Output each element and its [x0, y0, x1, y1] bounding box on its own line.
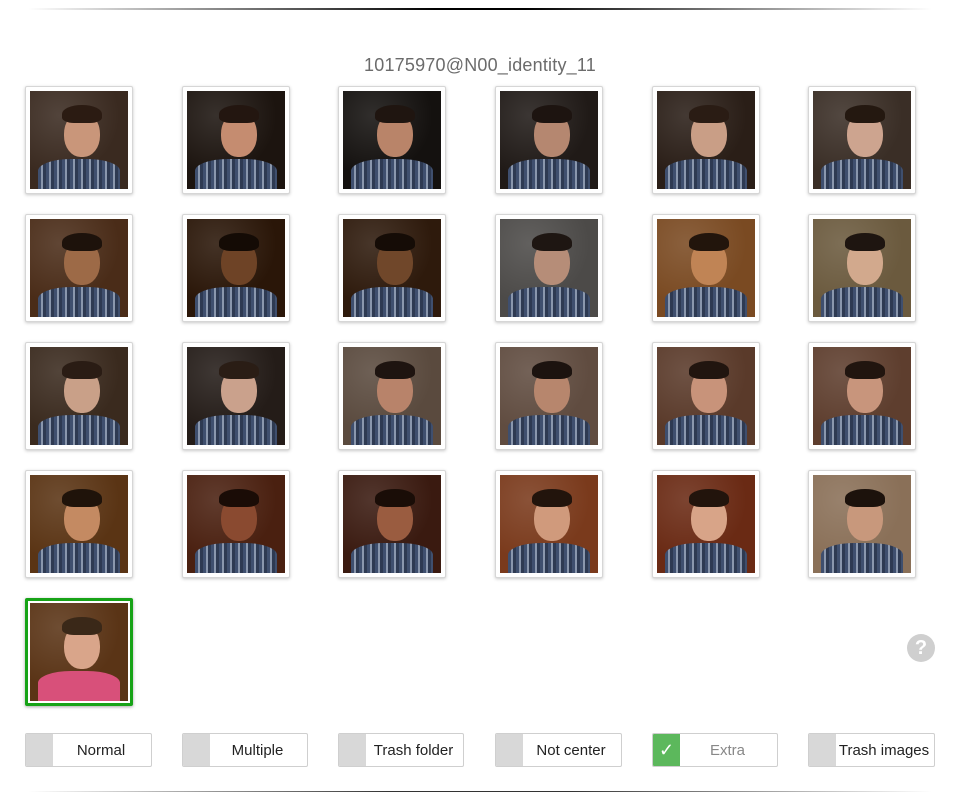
face-thumbnail[interactable]	[808, 86, 916, 194]
category-button-trash-folder[interactable]: Trash folder	[338, 733, 464, 767]
category-button-multiple[interactable]: Multiple	[182, 733, 308, 767]
face-thumbnail[interactable]	[338, 86, 446, 194]
category-button-label: Normal	[76, 741, 126, 759]
face-photo	[187, 91, 285, 189]
category-button-label: Not center	[536, 741, 606, 759]
face-photo	[500, 475, 598, 573]
checkbox-indicator	[339, 734, 366, 766]
face-thumbnail[interactable]	[808, 214, 916, 322]
face-photo	[657, 91, 755, 189]
face-thumbnail[interactable]	[652, 86, 760, 194]
check-icon: ✓	[658, 740, 675, 760]
face-photo	[343, 91, 441, 189]
face-photo	[30, 475, 128, 573]
face-thumbnail[interactable]	[25, 342, 133, 450]
checkbox-indicator	[183, 734, 210, 766]
top-divider	[28, 8, 932, 10]
face-thumbnail[interactable]	[338, 470, 446, 578]
help-icon[interactable]: ?	[907, 634, 935, 662]
category-button-label: Trash folder	[373, 741, 454, 759]
face-photo	[500, 347, 598, 445]
face-thumbnail[interactable]	[652, 342, 760, 450]
face-photo	[187, 475, 285, 573]
face-thumbnail[interactable]	[652, 470, 760, 578]
face-photo	[30, 347, 128, 445]
face-photo	[813, 219, 911, 317]
category-button-label: Extra	[709, 741, 745, 759]
face-photo	[813, 91, 911, 189]
face-photo	[500, 91, 598, 189]
checkbox-indicator	[26, 734, 53, 766]
face-photo	[813, 475, 911, 573]
face-photo	[30, 603, 128, 701]
face-photo	[30, 91, 128, 189]
face-thumbnail[interactable]	[338, 214, 446, 322]
face-photo	[30, 219, 128, 317]
category-button-label: Multiple	[231, 741, 284, 759]
face-thumbnail[interactable]	[182, 214, 290, 322]
category-button-normal[interactable]: Normal	[25, 733, 152, 767]
category-button-label: Trash images	[838, 741, 930, 759]
identity-title: 10175970@N00_identity_11	[364, 55, 596, 75]
category-button-not-center[interactable]: Not center	[495, 733, 622, 767]
checkbox-indicator	[496, 734, 523, 766]
checkbox-indicator	[809, 734, 836, 766]
face-photo	[500, 219, 598, 317]
face-photo	[813, 347, 911, 445]
face-photo	[343, 475, 441, 573]
face-thumbnail[interactable]	[808, 470, 916, 578]
face-photo	[187, 219, 285, 317]
face-thumbnail[interactable]	[182, 342, 290, 450]
face-thumbnail[interactable]	[25, 470, 133, 578]
face-thumbnail[interactable]	[495, 470, 603, 578]
face-thumbnail[interactable]	[182, 86, 290, 194]
bottom-divider	[28, 791, 932, 792]
category-button-trash-images[interactable]: Trash images	[808, 733, 935, 767]
face-thumbnail[interactable]	[495, 86, 603, 194]
face-photo	[657, 347, 755, 445]
face-photo	[187, 347, 285, 445]
category-button-extra[interactable]: ✓ Extra	[652, 733, 778, 767]
face-thumbnail[interactable]	[182, 470, 290, 578]
face-thumbnail-selected[interactable]	[25, 598, 133, 706]
face-thumbnail[interactable]	[652, 214, 760, 322]
face-thumbnail[interactable]	[25, 214, 133, 322]
face-thumbnail[interactable]	[25, 86, 133, 194]
checkbox-indicator: ✓	[653, 734, 680, 766]
thumbnail-grid	[25, 86, 935, 708]
face-photo	[343, 219, 441, 317]
face-thumbnail[interactable]	[495, 214, 603, 322]
face-thumbnail[interactable]	[495, 342, 603, 450]
face-photo	[657, 475, 755, 573]
face-photo	[657, 219, 755, 317]
face-photo	[343, 347, 441, 445]
face-thumbnail[interactable]	[338, 342, 446, 450]
face-thumbnail[interactable]	[808, 342, 916, 450]
